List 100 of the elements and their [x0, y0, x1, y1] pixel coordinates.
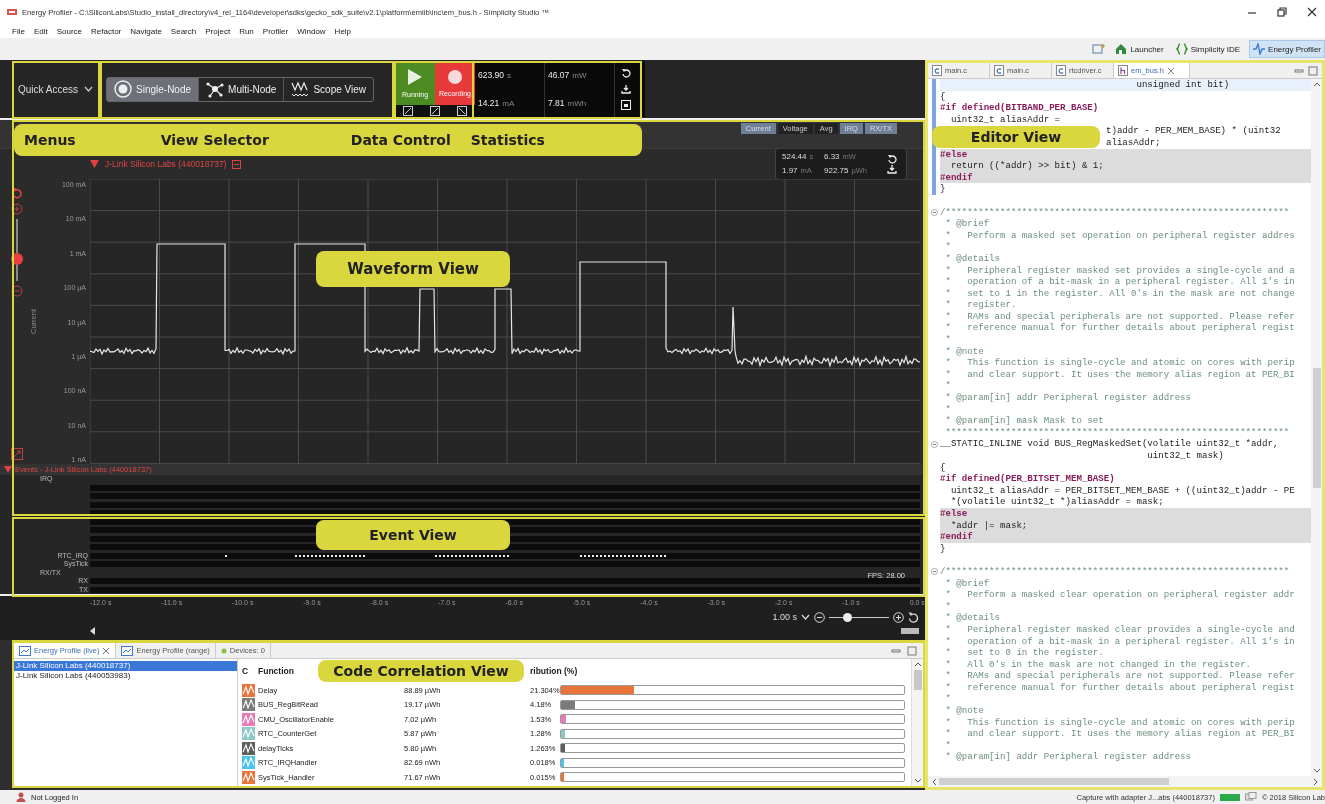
- zoom-out-icon[interactable]: [11, 285, 23, 297]
- close-icon: [102, 646, 111, 655]
- shrink-icon[interactable]: [456, 106, 467, 116]
- maximize-icon[interactable]: [1308, 65, 1318, 76]
- view-tab[interactable]: Multi-Node: [199, 77, 285, 101]
- close-icon: [1166, 66, 1175, 75]
- callout-label: Editor View: [932, 126, 1100, 148]
- code-line: * register.: [944, 299, 1017, 311]
- perspective-button[interactable]: Energy Profiler: [1249, 40, 1325, 58]
- stat-unit: mW: [572, 70, 587, 80]
- device-list-item[interactable]: J-Link Silicon Labs (440053983): [14, 671, 237, 681]
- menu-item[interactable]: Help: [334, 26, 352, 36]
- stat-unit: mWh: [567, 98, 587, 108]
- stat-value: 46.07: [548, 70, 570, 80]
- stat-value: 623.90: [478, 70, 504, 80]
- scroll-up-icon[interactable]: [913, 662, 922, 667]
- code-line: }: [940, 183, 946, 195]
- code-line: *: [944, 380, 951, 392]
- code-line: * @details: [944, 612, 1001, 624]
- menu-item[interactable]: Source: [56, 26, 83, 36]
- reset-icon[interactable]: [908, 611, 919, 623]
- perspective-button[interactable]: Launcher: [1112, 40, 1167, 58]
- scroll-left-icon[interactable]: [90, 627, 96, 635]
- restore-icon[interactable]: [1275, 5, 1289, 19]
- code-line: /***************************************************************: [940, 206, 1290, 218]
- menu-item[interactable]: Search: [170, 26, 197, 36]
- view-tab[interactable]: Scope View: [284, 77, 374, 101]
- chevron-down-icon[interactable]: [801, 614, 810, 620]
- code-line: #endif: [940, 531, 973, 543]
- code-line: * and clear support. It uses the memory alias region at PER_BI: [944, 368, 1295, 380]
- slider-thumb[interactable]: [843, 612, 852, 622]
- code-line: * reference manual for further details about peripheral regist: [944, 681, 1295, 693]
- code-line: * @param[in] mask Mask to set: [944, 415, 1104, 427]
- scrollbar-thumb[interactable]: [901, 628, 919, 634]
- callout-label: Waveform View: [316, 251, 510, 287]
- menu-item[interactable]: Window: [297, 26, 326, 36]
- edit-icon[interactable]: [403, 106, 414, 116]
- code-line: * set to 0 in the register.: [944, 647, 1104, 659]
- scrollbar-thumb[interactable]: [913, 670, 922, 690]
- chevron-down-icon: [84, 86, 94, 92]
- status-dot-icon: [220, 647, 227, 654]
- perspective-button[interactable]: Simplicity IDE: [1172, 40, 1244, 58]
- zoom-in-icon[interactable]: [11, 203, 23, 215]
- scroll-right-icon[interactable]: [1313, 777, 1318, 786]
- edit-icon[interactable]: [430, 106, 440, 116]
- scrollbar-thumb[interactable]: [939, 778, 1169, 785]
- callout-label: Event View: [316, 520, 510, 550]
- minus-box-icon[interactable]: [232, 159, 242, 169]
- quick-access-button[interactable]: Quick Access: [12, 83, 94, 95]
- scroll-left-icon[interactable]: [932, 777, 937, 786]
- menu-item[interactable]: Refactor: [91, 26, 122, 36]
- code-line: uint32_t mask): [1146, 450, 1224, 461]
- download-icon[interactable]: [621, 84, 631, 94]
- device-list-item[interactable]: J-Link Silicon Labs (440018737): [14, 661, 237, 671]
- code-line: #else: [940, 507, 968, 519]
- open-perspective-icon: [1092, 43, 1107, 55]
- menu-item[interactable]: Project: [205, 26, 231, 36]
- braces-icon: [1175, 43, 1188, 55]
- fold-icon[interactable]: [930, 208, 938, 216]
- expand-icon[interactable]: [11, 448, 23, 460]
- code-line: * @brief: [944, 218, 990, 230]
- stat-value: 524.44: [782, 151, 807, 161]
- download-icon[interactable]: [887, 164, 897, 174]
- close-icon[interactable]: [1305, 5, 1319, 19]
- user-icon: [16, 792, 26, 802]
- code-line: unsigned int bit): [1135, 79, 1230, 90]
- network-icon: [206, 80, 225, 98]
- scrollbar-thumb[interactable]: [1312, 367, 1321, 488]
- reset-icon[interactable]: [11, 187, 23, 199]
- fold-icon[interactable]: [930, 440, 938, 448]
- maximize-icon[interactable]: [907, 645, 917, 656]
- code-line: uint32_t aliasAddr = PER_BITSET_MEM_BASE + ((uint32_t)addr - PE: [949, 484, 1295, 496]
- menu-item[interactable]: File: [12, 26, 25, 36]
- collapse-triangle-icon: [90, 160, 99, 168]
- callout-label: Data Control: [350, 132, 451, 148]
- menu-item[interactable]: Edit: [33, 26, 48, 36]
- stat-value: 7.81: [548, 98, 565, 108]
- code-line: * @details: [944, 252, 1001, 264]
- menu-item[interactable]: Navigate: [130, 26, 162, 36]
- view-tab[interactable]: Single-Node: [107, 77, 200, 101]
- code-line: * Perform a masked clear operation on peripheral register addr: [944, 589, 1295, 601]
- code-line: ***************************************************************: [944, 426, 1290, 438]
- code-line: #endif: [940, 171, 973, 183]
- scroll-up-icon[interactable]: [1312, 82, 1321, 87]
- scroll-down-icon[interactable]: [913, 778, 922, 783]
- code-line: * operation of a bit-mask in a peripheral register. All 1's in: [944, 276, 1295, 288]
- callout-label: Statistics: [470, 132, 545, 148]
- file-icon: [994, 65, 1004, 76]
- code-line: * and clear support. It uses the memory alias region at PER_BI: [944, 728, 1295, 740]
- code-line: * @note: [944, 345, 984, 357]
- window-icon[interactable]: [621, 100, 631, 110]
- menu-item[interactable]: Profiler: [262, 26, 289, 36]
- scroll-down-icon[interactable]: [1312, 768, 1321, 773]
- code-line: * reference manual for further details about peripheral regist: [944, 322, 1295, 334]
- menu-item[interactable]: Run: [239, 26, 254, 36]
- code-line: * Perform a masked set operation on peripheral register addres: [944, 229, 1295, 241]
- column-header: C: [242, 666, 249, 676]
- code-line: * operation of a bit-mask in a peripheral register. All 1's in: [944, 635, 1295, 647]
- code-line: return ((*addr) >> bit) & 1;: [949, 160, 1104, 172]
- fold-icon[interactable]: [930, 568, 938, 576]
